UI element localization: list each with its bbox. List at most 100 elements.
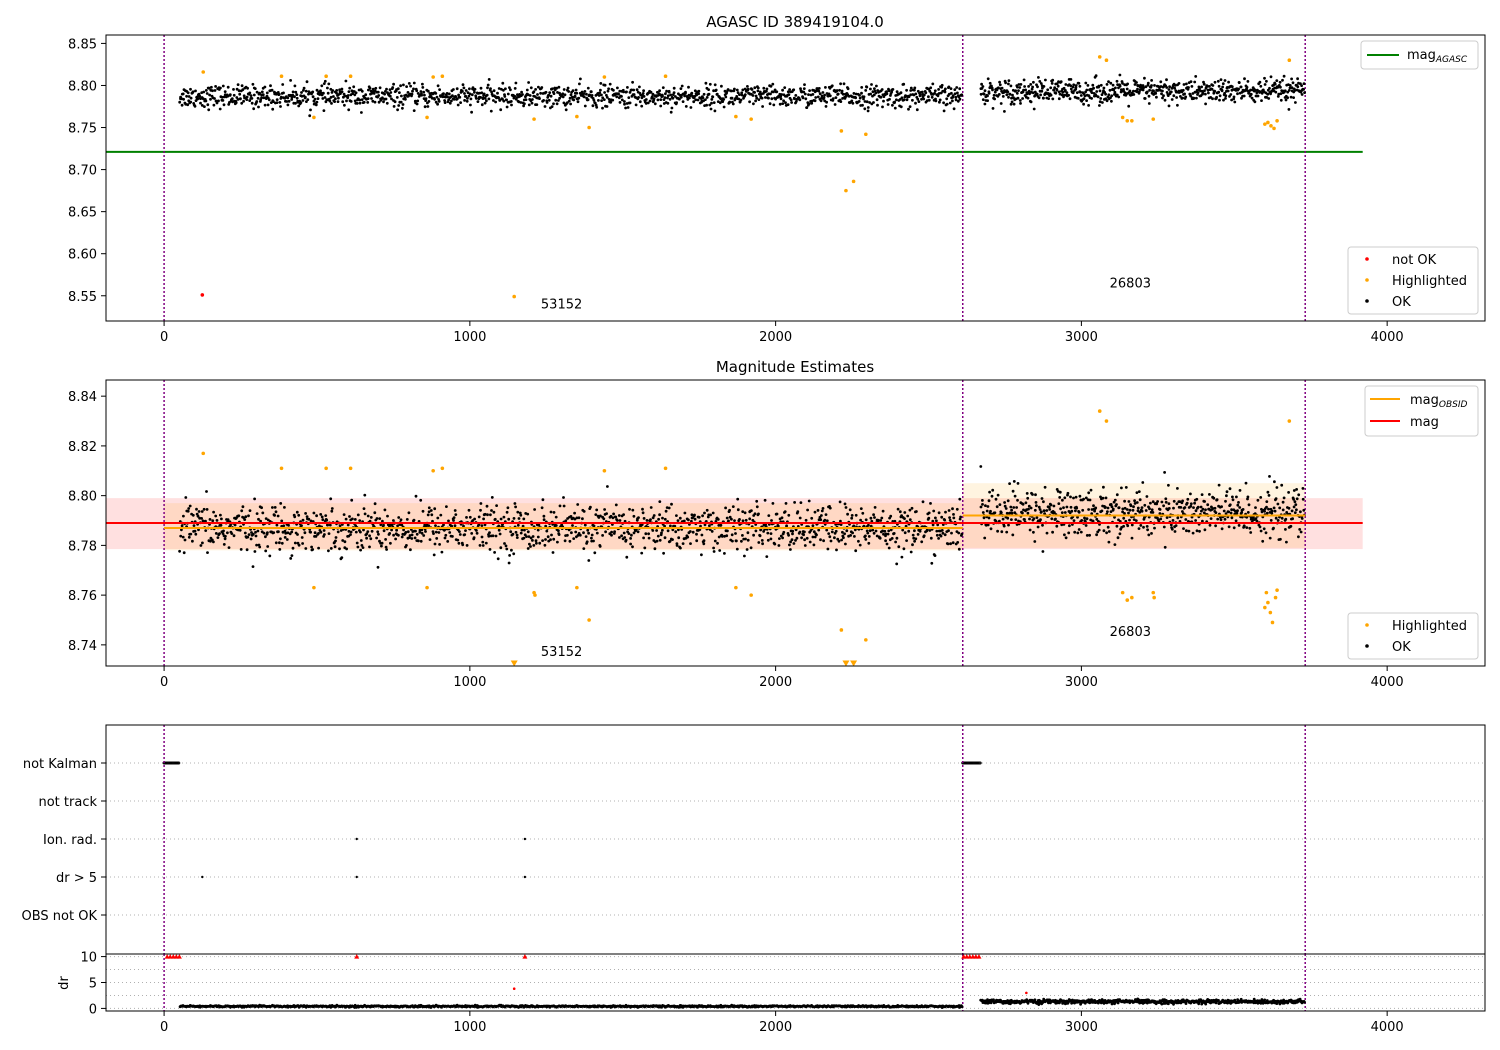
data-point <box>1077 528 1081 531</box>
data-point <box>674 530 678 534</box>
data-point <box>1101 496 1105 500</box>
data-point <box>1300 93 1304 96</box>
data-point <box>446 95 449 99</box>
data-point <box>1078 84 1082 88</box>
data-point <box>475 531 479 535</box>
data-point <box>321 518 325 522</box>
data-point <box>688 530 692 533</box>
data-point <box>1283 89 1287 93</box>
data-point <box>217 99 220 103</box>
data-point <box>983 536 987 540</box>
data-point <box>1026 96 1030 100</box>
data-point <box>1221 85 1224 89</box>
x-tick-label: 2000 <box>759 1020 792 1035</box>
data-point <box>683 94 686 98</box>
data-point <box>1133 499 1136 503</box>
data-point <box>1001 517 1005 521</box>
data-point <box>669 110 673 114</box>
data-point <box>622 513 625 516</box>
data-point <box>1033 540 1037 543</box>
data-point <box>1070 509 1074 513</box>
data-point <box>1147 102 1151 105</box>
data-point <box>913 529 916 533</box>
data-point <box>1129 504 1133 508</box>
data-point <box>735 539 738 543</box>
data-point <box>322 529 326 532</box>
data-point <box>452 88 455 91</box>
data-point <box>1050 517 1054 521</box>
data-point <box>1037 96 1041 100</box>
data-point <box>864 638 868 642</box>
data-point <box>784 101 787 105</box>
data-point <box>334 539 337 543</box>
data-point <box>526 512 530 516</box>
data-point <box>204 89 208 92</box>
data-point <box>652 514 656 517</box>
data-point <box>937 537 940 540</box>
data-point <box>653 102 657 106</box>
data-point <box>536 93 539 96</box>
data-point <box>917 100 921 103</box>
data-point <box>492 89 496 93</box>
data-point <box>866 106 870 109</box>
data-point <box>716 541 719 545</box>
data-point <box>472 536 476 540</box>
data-point <box>931 82 935 86</box>
data-point <box>1055 88 1059 92</box>
magnitude-estimates-panel: Magnitude Estimates 0 1000 2000 3000 40008.7… <box>68 358 1486 690</box>
data-point <box>629 542 632 546</box>
data-point <box>427 524 431 527</box>
data-point <box>979 505 983 509</box>
data-point <box>771 502 775 505</box>
data-point <box>896 507 900 511</box>
data-point <box>209 97 212 101</box>
x-tick-label: 0 <box>160 330 168 345</box>
data-point <box>384 97 388 101</box>
data-point <box>249 94 253 97</box>
data-point <box>255 100 259 103</box>
data-point <box>1279 537 1282 541</box>
data-point <box>329 547 333 550</box>
data-point <box>775 90 779 94</box>
data-point <box>323 79 327 83</box>
data-point <box>498 532 502 536</box>
data-point <box>368 86 372 90</box>
data-point <box>731 505 735 508</box>
data-point <box>410 92 414 96</box>
data-point <box>634 103 638 107</box>
data-point <box>1105 99 1109 103</box>
data-point <box>1140 509 1144 513</box>
data-point <box>1081 508 1085 512</box>
data-point <box>598 545 602 548</box>
data-point <box>1278 506 1282 510</box>
data-point <box>232 88 235 91</box>
data-point <box>547 98 551 102</box>
data-point <box>1249 92 1253 96</box>
data-point <box>516 523 520 527</box>
data-point <box>1124 486 1128 489</box>
data-point <box>201 541 204 545</box>
data-point <box>512 517 516 520</box>
data-point <box>1149 501 1152 505</box>
data-point <box>844 188 848 193</box>
data-point <box>1258 80 1262 84</box>
data-point <box>1204 92 1207 96</box>
y-tick-label: 8.75 <box>68 122 97 137</box>
data-point <box>911 533 915 537</box>
data-point <box>1125 87 1129 91</box>
data-point <box>603 508 606 511</box>
data-point <box>179 534 183 538</box>
data-point <box>557 529 560 533</box>
data-point <box>804 97 808 101</box>
data-point <box>343 103 346 107</box>
data-point <box>680 84 684 88</box>
data-point <box>540 86 544 89</box>
data-point <box>470 93 474 97</box>
data-point <box>713 539 717 543</box>
data-point <box>921 500 925 504</box>
data-point <box>903 517 906 520</box>
data-point <box>787 513 791 517</box>
data-point <box>1172 506 1175 510</box>
data-point <box>1211 97 1214 101</box>
data-point <box>813 99 817 103</box>
